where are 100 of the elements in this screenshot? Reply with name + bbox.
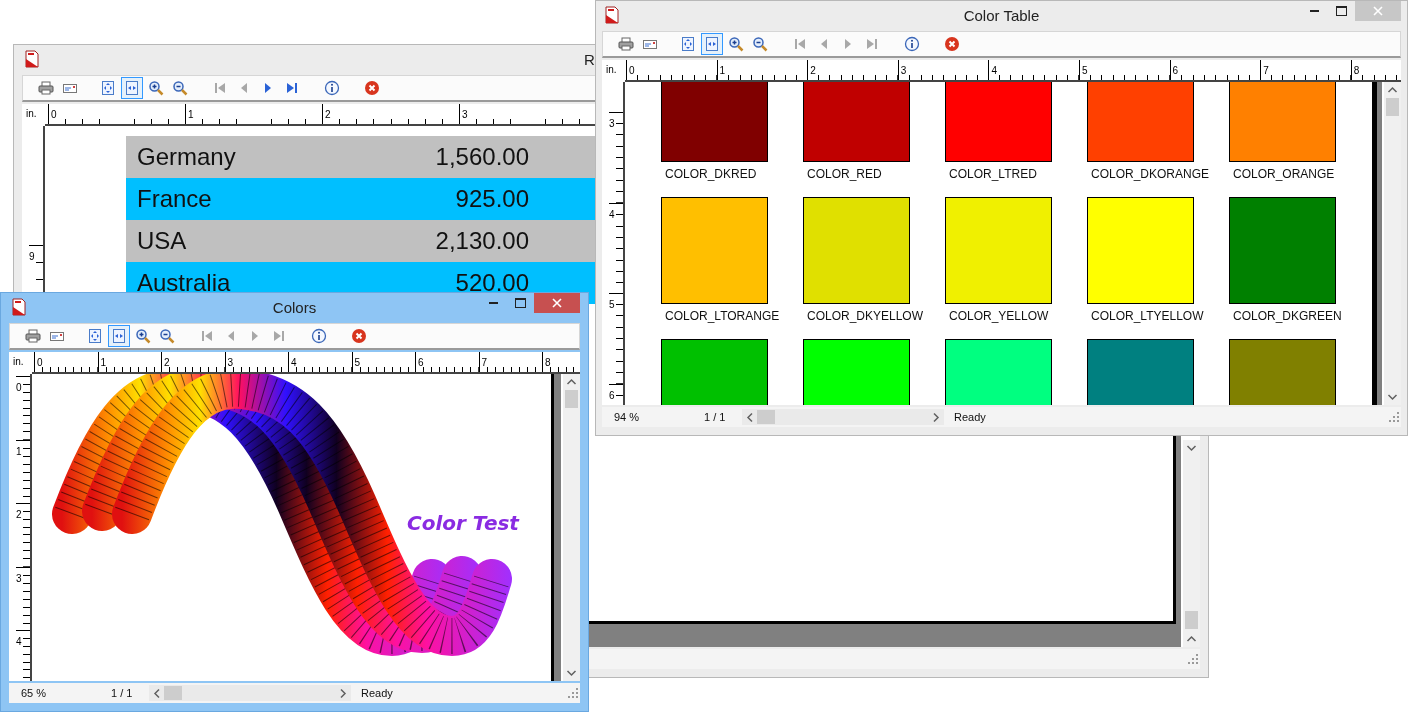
scroll-down-icon [1186, 444, 1197, 452]
scroll-thumb[interactable] [1185, 611, 1198, 629]
ruler-number: 2 [809, 65, 816, 76]
document-icon [604, 6, 620, 24]
ruler-unit: in. [12, 355, 25, 369]
minimize-icon [489, 302, 498, 304]
ruler-number: 9 [29, 251, 35, 262]
ruler-number: 8 [544, 357, 551, 368]
swatch-label: COLOR_DKYELLOW [807, 309, 924, 323]
swatch-label: COLOR_LTYELLOW [1091, 309, 1204, 323]
ruler-number: 1 [16, 445, 22, 457]
printer-icon [38, 80, 54, 96]
zoom-level: 94 % [614, 411, 641, 423]
last-page-icon [864, 36, 880, 52]
zoom-level: 65 % [21, 687, 48, 699]
ruler-number: 0 [628, 65, 635, 76]
document-icon [11, 298, 27, 316]
ruler-number: 4 [16, 636, 22, 647]
scroll-thumb[interactable] [565, 390, 578, 408]
close-icon [1373, 6, 1383, 16]
status-text: Ready [361, 687, 393, 699]
ruler-number: 0 [36, 357, 43, 368]
vertical-scrollbar[interactable] [563, 374, 580, 681]
fit-page-icon [87, 328, 103, 344]
amount-cell-text: 2,130.00 [434, 227, 529, 255]
ruler-number: 4 [290, 357, 297, 368]
country-cell-text: France [136, 185, 213, 213]
ruler-number: 6 [417, 357, 424, 368]
window-title: Colors [271, 298, 318, 316]
scroll-up-icon [1387, 86, 1398, 94]
scroll-thumb[interactable] [757, 410, 775, 424]
fit-width-icon [704, 36, 720, 52]
ruler-number: 5 [1080, 65, 1088, 76]
scroll-thumb[interactable] [1386, 98, 1399, 116]
swatch-label: COLOR_YELLOW [949, 309, 1049, 323]
first-page-icon [792, 36, 808, 52]
resize-grip-icon [568, 688, 578, 698]
zoom-out-icon [752, 36, 768, 52]
ruler-number: 8 [1352, 65, 1360, 76]
zoom-in-icon [135, 328, 151, 344]
ruler-unit: in. [605, 63, 618, 77]
ruler-number: 7 [1262, 65, 1269, 76]
page-number: 1 / 1 [111, 687, 134, 699]
ruler-number: 2 [16, 509, 22, 520]
ruler-number: 3 [461, 109, 468, 120]
info-icon [324, 80, 340, 96]
ruler-number: 1 [99, 357, 107, 368]
printer-icon [618, 36, 634, 52]
document-icon [24, 50, 40, 68]
ruler-number: 3 [609, 118, 615, 129]
fit-width-button[interactable] [108, 325, 130, 347]
zoom-out-icon [172, 80, 188, 96]
country-cell-text: Australia [136, 269, 232, 297]
info-icon [311, 328, 327, 344]
scroll-left-icon [746, 411, 754, 423]
ruler-number: 5 [353, 357, 361, 368]
zoom-in-icon [148, 80, 164, 96]
ruler-number: 4 [609, 208, 615, 220]
zoom-out-icon [159, 328, 175, 344]
first-page-icon [199, 328, 215, 344]
swatch-label: COLOR_LTRED [949, 167, 1037, 181]
scroll-right-icon [339, 687, 347, 699]
scroll-left-icon [153, 687, 161, 699]
minimize-icon [1310, 10, 1319, 12]
ruler-number: 7 [480, 357, 488, 368]
first-page-icon [212, 80, 228, 96]
country-cell-text: Germany [136, 143, 237, 171]
swatch-label: COLOR_DKRED [665, 167, 757, 181]
ruler-number: 3 [899, 65, 907, 76]
scroll-right-icon [932, 411, 940, 423]
printer-icon [25, 328, 41, 344]
window-title: Color Table [962, 6, 1041, 24]
swatch-label: COLOR_ORANGE [1233, 167, 1335, 181]
close-icon [552, 298, 562, 308]
zoom-in-icon [728, 36, 744, 52]
amount-cell-text: 520.00 [454, 269, 529, 297]
amount-cell-text: 1,560.00 [434, 143, 529, 171]
close-icon [944, 36, 960, 52]
last-page-icon [284, 80, 300, 96]
swatch-label: COLOR_RED [807, 167, 882, 181]
ruler-number: 5 [609, 299, 615, 311]
fit-width-icon [111, 328, 127, 344]
resize-grip-icon [1389, 412, 1399, 422]
ruler-number: 2 [163, 357, 170, 368]
close-icon [364, 80, 380, 96]
scroll-thumb[interactable] [164, 686, 182, 700]
ruler-number: 0 [50, 109, 57, 120]
scroll-down-icon [566, 669, 577, 677]
horizontal-scrollbar[interactable] [149, 685, 351, 701]
ruler-unit: in. [25, 107, 38, 121]
page-number: 1 / 1 [704, 411, 727, 423]
fit-page-icon [680, 36, 696, 52]
ruler-number: 6 [609, 389, 615, 401]
fit-width-icon [124, 80, 140, 96]
ruler-number: 1 [718, 65, 726, 76]
ruler-number: 3 [16, 572, 22, 584]
scroll-up-icon [1186, 635, 1197, 643]
info-icon [904, 36, 920, 52]
resize-grip-icon [1188, 654, 1198, 664]
swatch-label: COLOR_LTORANGE [665, 309, 780, 323]
